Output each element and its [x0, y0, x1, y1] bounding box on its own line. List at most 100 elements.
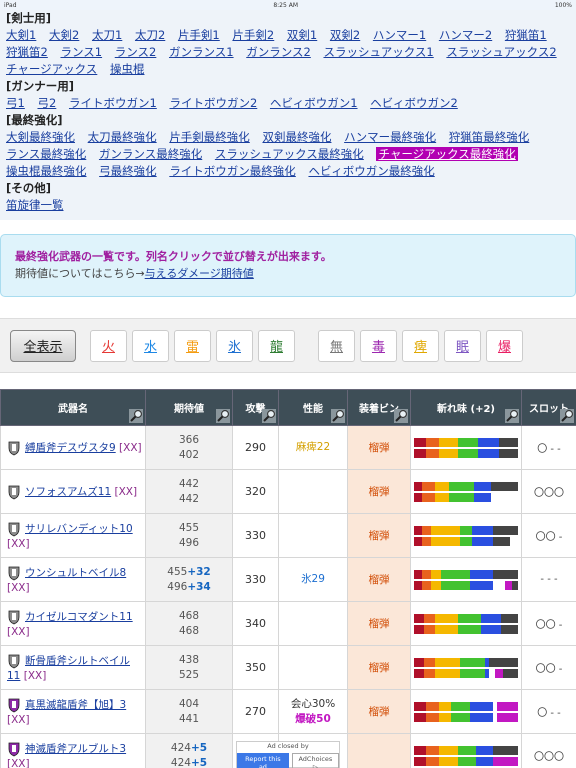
menu-link[interactable]: ガンランス2 [246, 45, 311, 59]
sharpness-segment [457, 756, 477, 766]
menu-link[interactable]: 大剣2 [49, 28, 79, 42]
filter-element-button[interactable]: 氷 [216, 329, 253, 362]
weapon-name-cell: サリレバンディット10 [XX] [0, 513, 146, 558]
menu-section-title: [ガンナー用] [6, 79, 75, 93]
menu-link[interactable]: 弓最終強化 [99, 164, 157, 178]
weapon-link[interactable]: ソフォスアムズ11 [25, 486, 111, 498]
sharpness-segment [438, 756, 458, 766]
menu-link[interactable]: 大剣1 [6, 28, 36, 42]
menu-link[interactable]: 弓1 [6, 96, 25, 110]
menu-link[interactable]: ランス最終強化 [6, 147, 86, 161]
table-row: カイゼルコマダント11 [XX] 468 468 340 榴弾 〇〇 - [0, 601, 576, 646]
property-cell: 会心30% 爆破50 [278, 689, 348, 734]
menu-link[interactable]: 片手剣1 [178, 28, 220, 42]
menu-link[interactable]: 双剣1 [287, 28, 317, 42]
menu-link[interactable]: 操虫棍 [110, 62, 145, 76]
filter-status-button[interactable]: 毒 [360, 329, 397, 362]
filter-element-button[interactable]: 雷 [174, 329, 211, 362]
property-line: 氷29 [301, 573, 325, 585]
sharpness-segment [422, 492, 435, 502]
sort-magnifier-icon [216, 409, 230, 423]
menu-link[interactable]: ハンマー2 [439, 28, 492, 42]
weapon-link[interactable]: サリレバンディット10 [25, 523, 133, 535]
column-header[interactable]: スロット [521, 389, 576, 426]
menu-link[interactable]: 笛旋律一覧 [6, 198, 64, 212]
expected-value: 424 [170, 741, 191, 754]
sharpness-segment [414, 712, 427, 722]
report-ad-button[interactable]: Report this ad [237, 753, 289, 768]
menu-link[interactable]: チャージアックス [6, 62, 97, 76]
menu-link[interactable]: 双剣最終強化 [262, 130, 331, 144]
filter-status-button[interactable]: 眠 [444, 329, 481, 362]
menu-link[interactable]: 狩猟笛2 [6, 45, 48, 59]
sharpness-cell [410, 601, 522, 646]
menu-link[interactable]: ハンマー最終強化 [344, 130, 436, 144]
menu-link[interactable]: 弓2 [37, 96, 56, 110]
menu-link[interactable]: ガンランス最終強化 [99, 147, 202, 161]
sharpness-segment [426, 712, 439, 722]
weapon-name-cell: カイゼルコマダント11 [XX] [0, 601, 146, 646]
column-header[interactable]: 攻撃 [232, 389, 279, 426]
menu-link[interactable]: ランス1 [60, 45, 102, 59]
menu-link[interactable]: ランス2 [115, 45, 157, 59]
show-all-button[interactable]: 全表示 [10, 329, 76, 362]
weapon-link[interactable]: 真黒滅龍盾斧【旭】3 [25, 699, 126, 711]
column-header[interactable]: 武器名 [0, 389, 146, 426]
menu-link[interactable]: 片手剣2 [232, 28, 274, 42]
weapon-name-cell: 断骨盾斧シルトベイル11 [XX] [0, 645, 146, 690]
sharpness-segment [434, 668, 460, 678]
sharpness-segment [441, 580, 471, 590]
filter-status-button[interactable]: 爆 [486, 329, 523, 362]
menu-link[interactable]: 太刀2 [135, 28, 165, 42]
menu-link[interactable]: 太刀1 [92, 28, 122, 42]
filter-bar: 全表示 火水雷氷龍無毒痺眠爆 [0, 318, 576, 373]
adchoices-button[interactable]: AdChoices ▷ [291, 753, 339, 768]
menu-link[interactable]: ヘビィボウガン2 [370, 96, 458, 110]
sharpness-segment [480, 613, 502, 623]
menu-link[interactable]: ライトボウガン2 [169, 96, 257, 110]
menu-link[interactable]: 片手剣最終強化 [169, 130, 250, 144]
menu-link[interactable]: スラッシュアックス1 [323, 45, 433, 59]
weapon-link[interactable]: ウンシュルトベイル8 [25, 567, 126, 579]
menu-link[interactable]: ハンマー1 [373, 28, 426, 42]
weapon-link[interactable]: カイゼルコマダント11 [25, 611, 133, 623]
menu-link[interactable]: 狩猟笛1 [505, 28, 547, 42]
sharpness-segment [493, 745, 518, 755]
weapon-name-cell: 神滅盾斧アルブルト3 [XX] [0, 733, 146, 768]
weapon-link[interactable]: 神滅盾斧アルブルト3 [25, 743, 126, 755]
column-header[interactable]: 斬れ味 (+2) [410, 389, 522, 426]
menu-link[interactable]: ヘビィボウガン最終強化 [308, 164, 434, 178]
expected-damage-link[interactable]: 与えるダメージ期待値 [145, 267, 254, 280]
column-header[interactable]: 装着ビン [347, 389, 411, 426]
column-header[interactable]: 期待値 [145, 389, 233, 426]
menu-link[interactable]: 操虫棍最終強化 [6, 164, 87, 178]
menu-link[interactable]: ライトボウガン最終強化 [169, 164, 296, 178]
filter-status-button[interactable]: 無 [318, 329, 355, 362]
property-cell [278, 469, 348, 514]
menu-link[interactable]: スラッシュアックス最終強化 [215, 147, 364, 161]
sharpness-segment [511, 580, 518, 590]
sort-magnifier-icon [129, 409, 143, 423]
menu-link[interactable]: チャージアックス最終強化 [376, 147, 518, 161]
filter-element-button[interactable]: 水 [132, 329, 169, 362]
weapon-link[interactable]: 縛盾斧デスヴスタ9 [25, 442, 116, 454]
property-cell [278, 645, 348, 690]
menu-link[interactable]: 双剣2 [330, 28, 360, 42]
table-row: サリレバンディット10 [XX] 455 496 330 榴弾 〇〇 - [0, 513, 576, 558]
status-carrier: iPad [4, 1, 17, 9]
weapon-rarity-tag: [XX] [7, 537, 30, 550]
filter-element-button[interactable]: 龍 [258, 329, 295, 362]
charge-axe-icon [8, 566, 20, 580]
column-header[interactable]: 性能 [278, 389, 348, 426]
menu-link[interactable]: 狩猟笛最終強化 [449, 130, 530, 144]
sharpness-bar [414, 525, 518, 535]
menu-link[interactable]: スラッシュアックス2 [446, 45, 556, 59]
menu-link[interactable]: ガンランス1 [169, 45, 234, 59]
menu-link[interactable]: ライトボウガン1 [69, 96, 157, 110]
filter-status-button[interactable]: 痺 [402, 329, 439, 362]
sharpness-segment [441, 569, 471, 579]
menu-link[interactable]: 大剣最終強化 [6, 130, 75, 144]
menu-link[interactable]: ヘビィボウガン1 [270, 96, 358, 110]
filter-element-button[interactable]: 火 [90, 329, 127, 362]
menu-link[interactable]: 太刀最終強化 [88, 130, 157, 144]
